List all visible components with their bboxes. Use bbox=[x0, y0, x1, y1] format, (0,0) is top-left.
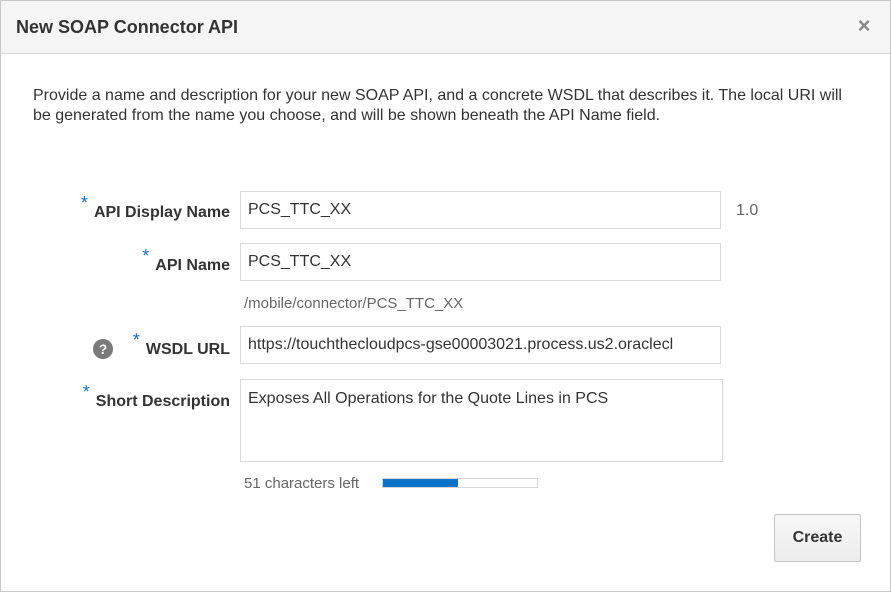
api-name-label-text: API Name bbox=[155, 257, 230, 274]
required-marker: * bbox=[82, 382, 90, 402]
api-display-name-label: * API Display Name bbox=[81, 193, 230, 223]
wsdl-url-label: * WSDL URL bbox=[133, 330, 230, 360]
short-description-label: * Short Description bbox=[83, 382, 230, 412]
required-marker: * bbox=[142, 246, 150, 266]
api-version: 1.0 bbox=[736, 202, 759, 219]
api-name-input[interactable]: PCS_TTC_XX bbox=[240, 243, 721, 281]
api-display-name-input[interactable]: PCS_TTC_XX bbox=[240, 191, 721, 229]
wsdl-url-input[interactable]: https://touchthecloudpcs-gse00003021.pro… bbox=[240, 326, 721, 364]
required-marker: * bbox=[132, 330, 140, 350]
api-name-label: * API Name bbox=[142, 246, 230, 276]
close-icon[interactable]: × bbox=[854, 15, 874, 37]
api-uri: /mobile/connector/PCS_TTC_XX bbox=[244, 295, 464, 312]
dialog-title: New SOAP Connector API bbox=[16, 17, 239, 37]
create-button[interactable]: Create bbox=[774, 514, 861, 562]
new-soap-connector-dialog: New SOAP Connector API × Provide a name … bbox=[0, 0, 891, 592]
character-count-fill bbox=[383, 479, 459, 487]
short-description-textarea[interactable]: Exposes All Operations for the Quote Lin… bbox=[240, 379, 723, 462]
help-icon[interactable]: ? bbox=[93, 339, 113, 359]
character-count-bar bbox=[382, 478, 538, 488]
characters-left: 51 characters left bbox=[244, 475, 360, 492]
api-display-name-label-text: API Display Name bbox=[93, 204, 230, 221]
required-marker: * bbox=[80, 193, 88, 213]
short-description-label-text: Short Description bbox=[95, 393, 230, 410]
intro-text: Provide a name and description for your … bbox=[33, 87, 842, 124]
dialog-header: New SOAP Connector API × bbox=[1, 1, 890, 54]
wsdl-url-label-text: WSDL URL bbox=[145, 341, 230, 358]
